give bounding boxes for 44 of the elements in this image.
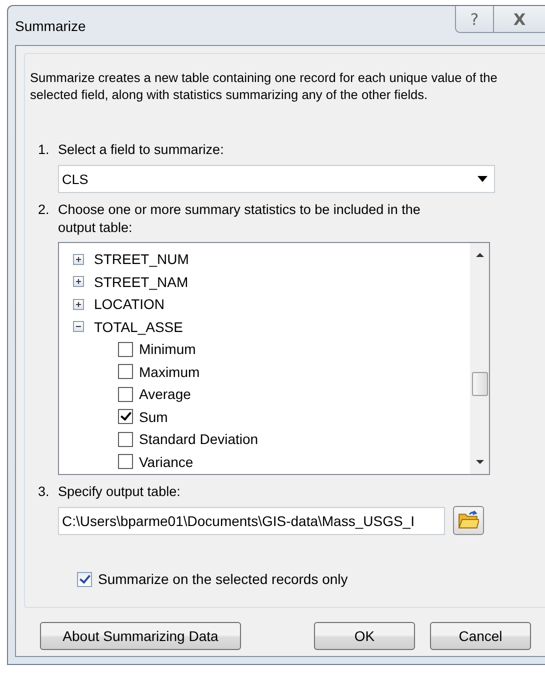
expand-icon[interactable] xyxy=(73,254,84,265)
checkbox[interactable] xyxy=(118,454,133,470)
caret-icon xyxy=(477,176,488,182)
checkbox[interactable] xyxy=(118,364,133,380)
step-number: 2. xyxy=(38,201,50,219)
checkbox[interactable] xyxy=(118,409,133,424)
dialog-button[interactable]: Cancel xyxy=(430,622,531,650)
dialog-button[interactable]: OK xyxy=(314,622,415,650)
checkbox[interactable] xyxy=(118,386,133,402)
step-label: Select a field to summarize: xyxy=(58,141,225,159)
statistic-item[interactable]: Minimum xyxy=(118,338,196,360)
folder-icon xyxy=(458,510,479,529)
scroll-down-icon[interactable] xyxy=(476,460,484,464)
step-number: 3. xyxy=(38,483,50,501)
step-label: Choose one or more summary statistics to be included in the output table: xyxy=(58,201,422,237)
help-button[interactable]: ? xyxy=(455,6,493,33)
step-label: Specify output table: xyxy=(58,483,182,501)
checkbox[interactable] xyxy=(118,342,133,357)
browse-button[interactable] xyxy=(453,506,484,535)
tree-item[interactable]: STREET_NAM xyxy=(73,270,188,293)
statistic-item[interactable]: Average xyxy=(118,383,191,406)
scroll-up-icon[interactable] xyxy=(476,253,484,257)
statistic-item[interactable]: Maximum xyxy=(118,360,200,383)
description-text: Summarize creates a new table containing one record for each unique value of the selected field, along with statistics summarizing any of the other fields. xyxy=(30,69,498,103)
checkbox[interactable] xyxy=(118,432,133,447)
tree-item[interactable]: TOTAL_ASSE xyxy=(73,316,183,338)
statistic-item[interactable]: Sum xyxy=(118,406,168,428)
statistic-item[interactable]: Variance xyxy=(118,450,194,473)
tree-item[interactable]: STREET_NUM xyxy=(73,248,189,270)
output-path-field[interactable]: C:\Users\bparme01\Documents\GIS-data\Mass_USGS_I xyxy=(58,506,445,534)
selected-only-checkbox[interactable]: Summarize on the selected records only xyxy=(77,571,348,587)
expand-icon[interactable] xyxy=(73,276,84,288)
close-button[interactable]: X xyxy=(493,6,545,33)
checkbox[interactable] xyxy=(77,572,92,586)
step-number: 1. xyxy=(38,141,50,159)
window-title: Summarize xyxy=(15,18,86,34)
scrollbar[interactable] xyxy=(470,243,489,474)
scroll-thumb[interactable] xyxy=(472,372,488,396)
field-dropdown[interactable]: CLS xyxy=(58,165,495,193)
statistic-item[interactable]: Standard Deviation xyxy=(118,428,258,450)
expand-icon[interactable] xyxy=(73,298,84,310)
collapse-icon[interactable] xyxy=(73,321,84,332)
help-link-button[interactable]: About Summarizing Data xyxy=(40,622,241,650)
tree-item[interactable]: LOCATION xyxy=(73,293,165,316)
